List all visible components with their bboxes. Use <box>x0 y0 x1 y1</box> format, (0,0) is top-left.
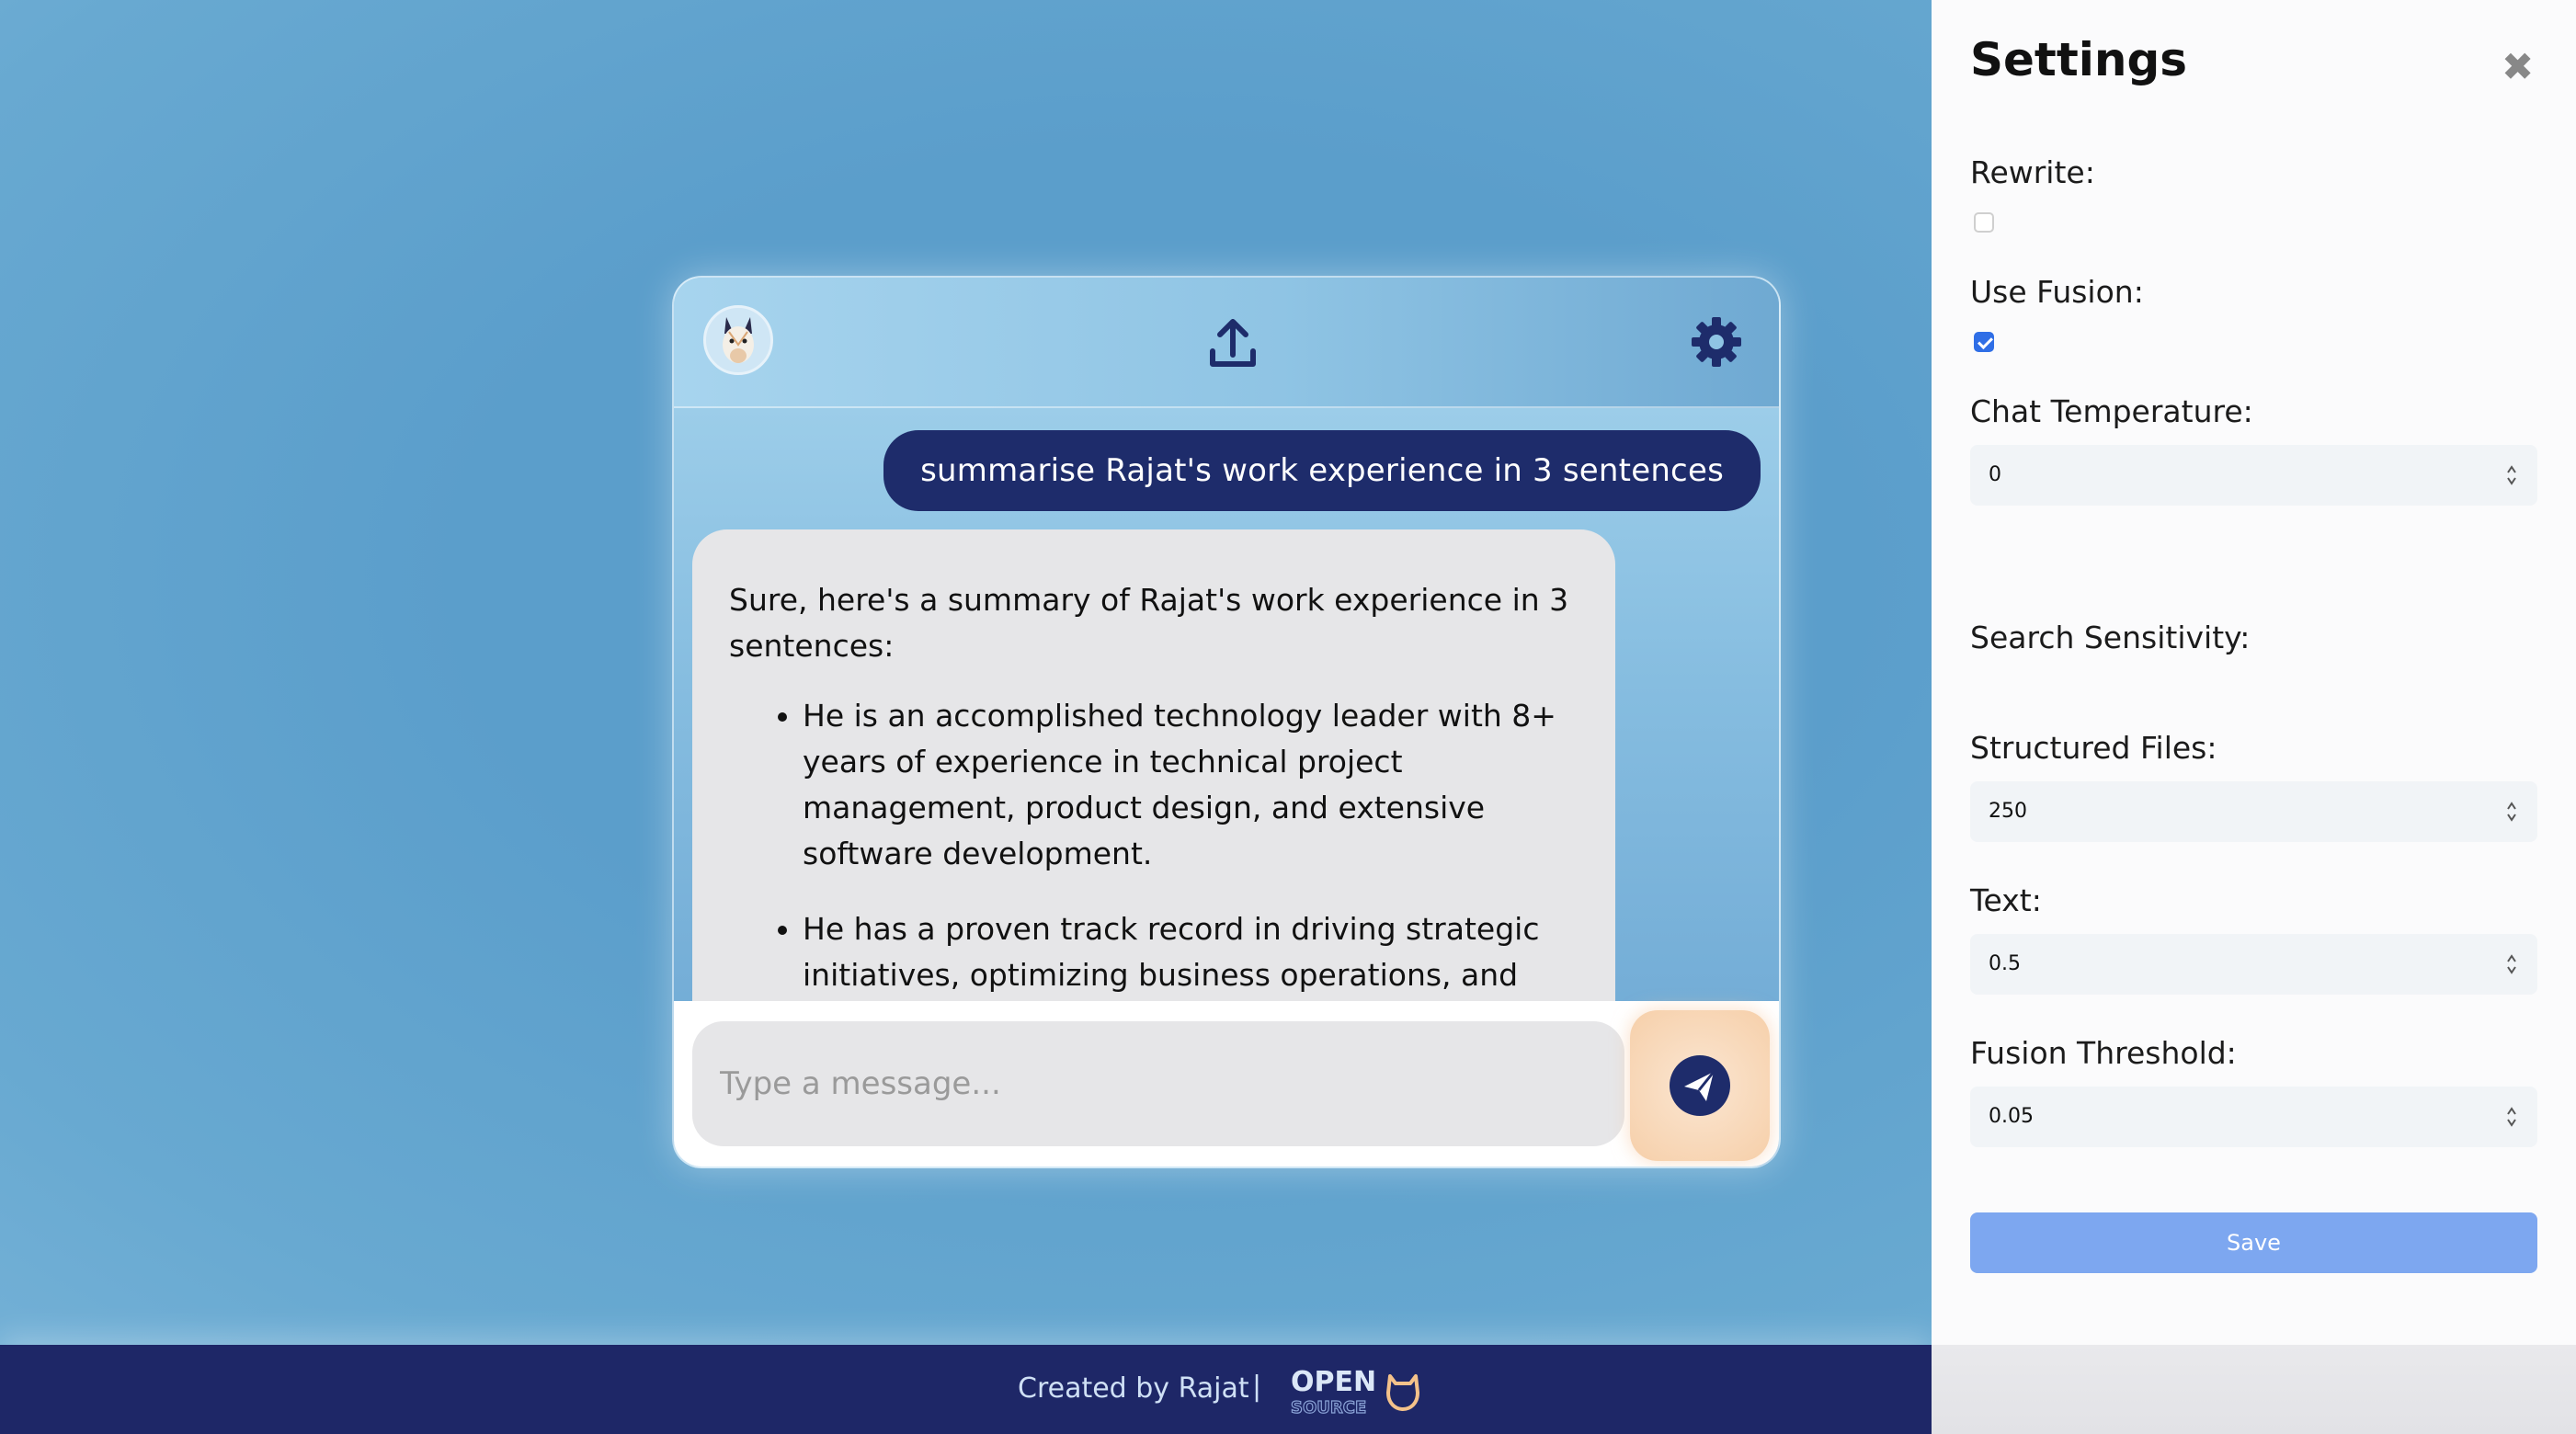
gear-icon <box>1692 317 1741 367</box>
text-input[interactable]: 0.5 <box>1970 934 2537 995</box>
stepper-icon[interactable] <box>2506 798 2517 825</box>
structured-files-value: 250 <box>1989 800 2027 823</box>
stepper-icon[interactable] <box>2506 1103 2517 1131</box>
logo-text-top: OPEN <box>1291 1366 1376 1398</box>
settings-title: Settings <box>1970 33 2188 86</box>
text-label: Text: <box>1970 882 2042 918</box>
chat-window: summarise Rajat's work experience in 3 s… <box>672 276 1781 1168</box>
footer-credit: Created by Rajat <box>1018 1372 1249 1405</box>
upload-button[interactable] <box>1203 314 1262 373</box>
use-fusion-label: Use Fusion: <box>1970 274 2144 310</box>
use-fusion-checkbox[interactable] <box>1974 332 1994 352</box>
bot-message-intro: Sure, here's a summary of Rajat's work e… <box>729 582 1569 664</box>
fusion-threshold-label: Fusion Threshold: <box>1970 1035 2237 1071</box>
message-list[interactable]: summarise Rajat's work experience in 3 s… <box>674 408 1779 1091</box>
user-message-bubble: summarise Rajat's work experience in 3 s… <box>883 430 1761 511</box>
message-input[interactable] <box>692 1021 1624 1146</box>
rewrite-checkbox[interactable] <box>1974 212 1994 233</box>
llama-avatar-icon <box>703 305 773 375</box>
chat-temperature-value: 0 <box>1989 463 2001 486</box>
input-bar <box>674 1001 1779 1167</box>
upload-icon <box>1210 319 1256 367</box>
stepper-icon[interactable] <box>2506 461 2517 489</box>
settings-panel-footer <box>1932 1345 2576 1434</box>
save-button[interactable]: Save <box>1970 1212 2537 1273</box>
footer-separator: | <box>1252 1371 1262 1403</box>
chat-temperature-input[interactable]: 0 <box>1970 445 2537 506</box>
chat-temperature-label: Chat Temperature: <box>1970 393 2253 429</box>
settings-button[interactable] <box>1689 314 1744 370</box>
chat-header <box>674 278 1779 408</box>
send-icon <box>1670 1055 1730 1116</box>
fusion-threshold-value: 0.05 <box>1989 1105 2034 1128</box>
bot-message-list: He is an accomplished technology leader … <box>729 693 1579 998</box>
stepper-icon[interactable] <box>2506 950 2517 978</box>
logo-text-bottom: SOURCE <box>1291 1398 1366 1417</box>
fusion-threshold-input[interactable]: 0.05 <box>1970 1087 2537 1147</box>
github-cat-icon <box>1386 1374 1419 1411</box>
list-item: He has a proven track record in driving … <box>803 906 1579 998</box>
structured-files-label: Structured Files: <box>1970 730 2217 766</box>
structured-files-input[interactable]: 250 <box>1970 781 2537 842</box>
open-source-logo[interactable]: OPEN SOURCE <box>1290 1363 1427 1418</box>
search-sensitivity-heading: Search Sensitivity: <box>1970 620 2251 655</box>
settings-panel: Settings ✖ Rewrite: Use Fusion: Chat Tem… <box>1932 0 2576 1434</box>
rewrite-label: Rewrite: <box>1970 154 2095 190</box>
text-value: 0.5 <box>1989 952 2021 975</box>
list-item: He is an accomplished technology leader … <box>803 693 1579 877</box>
send-button[interactable] <box>1630 1010 1770 1161</box>
close-icon[interactable]: ✖ <box>2502 48 2534 86</box>
footer: Created by Rajat | OPEN SOURCE <box>0 1345 1932 1434</box>
